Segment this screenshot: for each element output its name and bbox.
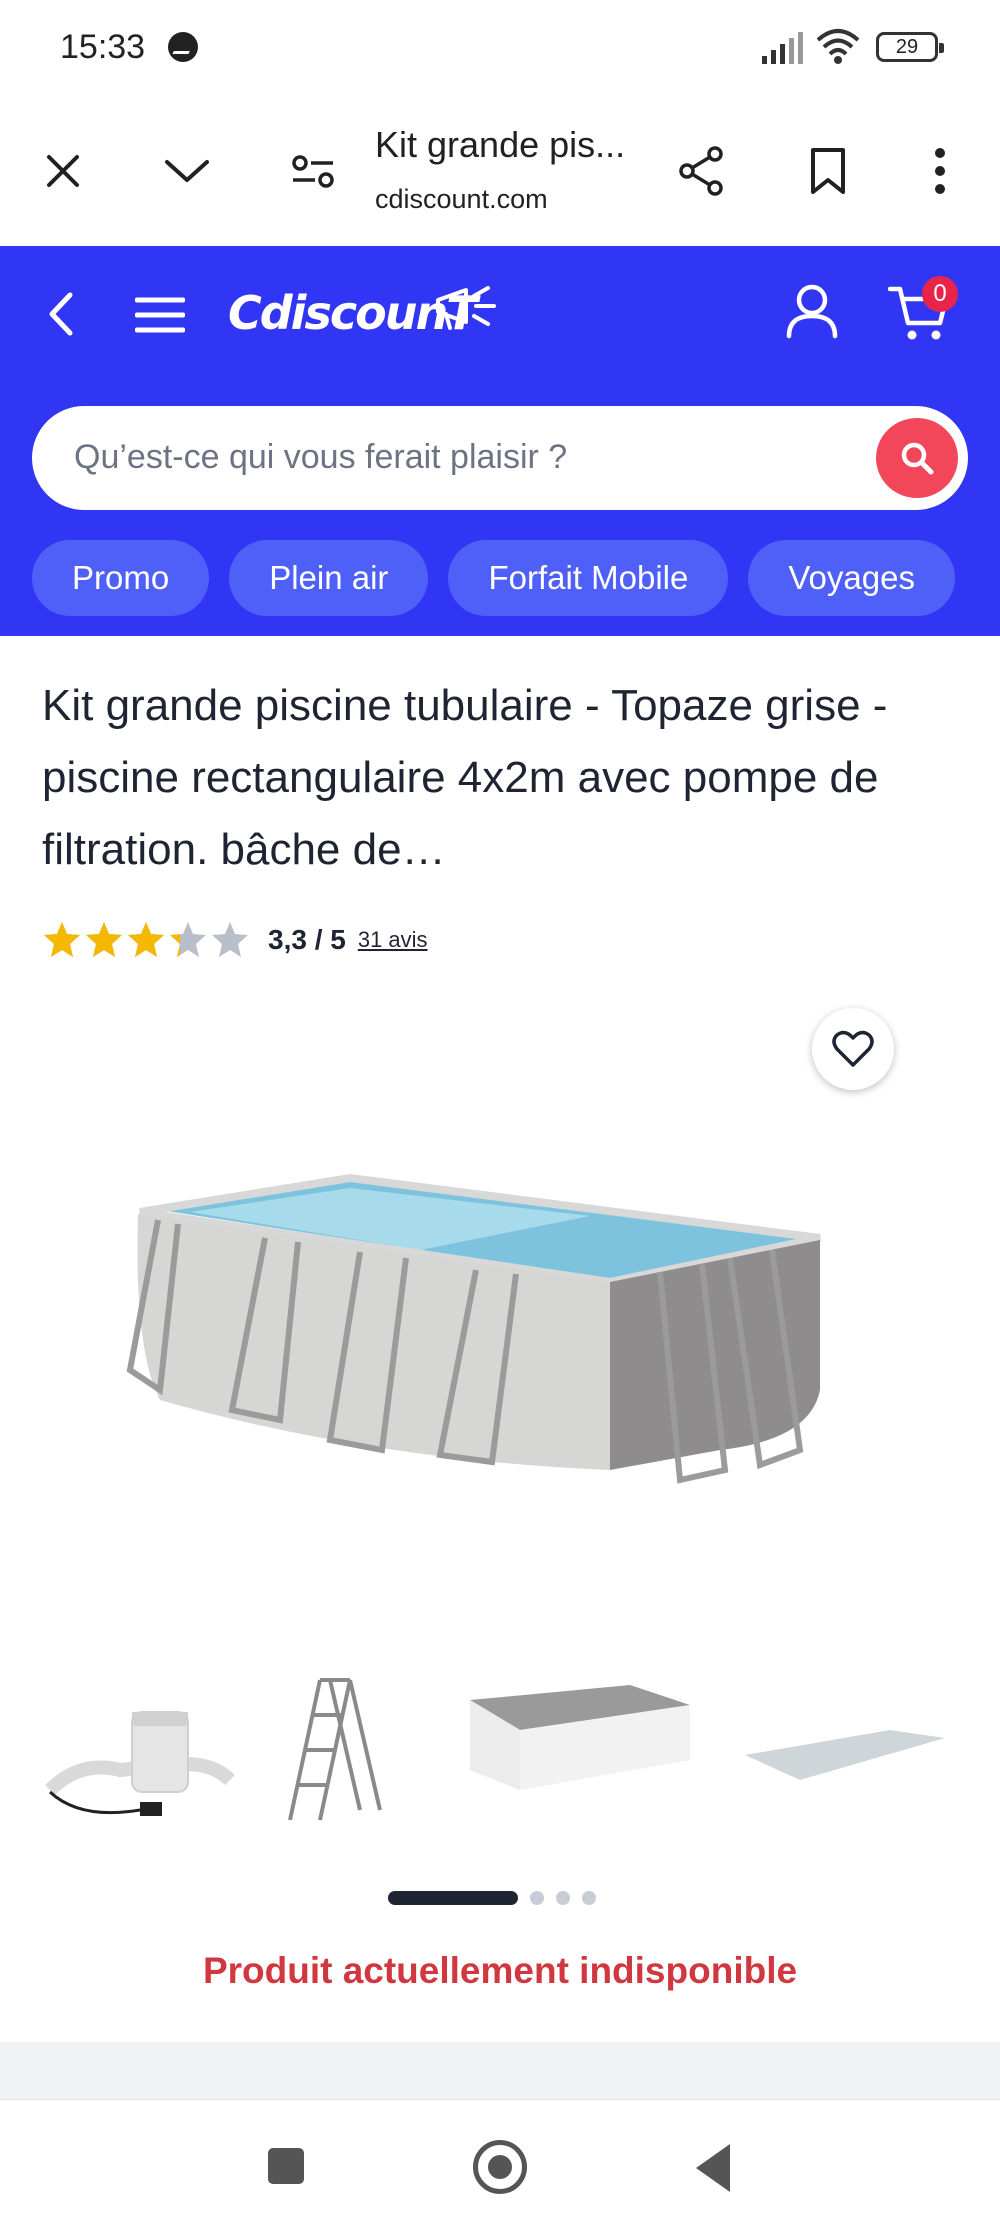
tab-url: cdiscount.com (375, 184, 548, 214)
browser-toolbar: Kit grande pis... cdiscount.com (0, 96, 1000, 246)
system-back-icon[interactable] (696, 2144, 730, 2192)
status-time: 15:33 (60, 28, 146, 66)
ground-sheet-icon[interactable] (740, 1660, 950, 1840)
signal-icon (762, 32, 803, 64)
thumbnail-strip (0, 1660, 1000, 1840)
carousel-dot[interactable] (556, 1891, 570, 1905)
home-icon[interactable] (473, 2140, 527, 2194)
megaphone-icon (436, 286, 496, 330)
star-icon (86, 922, 122, 957)
battery-icon: 29 (876, 32, 944, 62)
star-icon (212, 922, 248, 957)
carousel-dot-active[interactable] (388, 1891, 518, 1905)
category-chips: Promo Plein air Forfait Mobile Voyages (32, 540, 1000, 620)
close-icon[interactable] (28, 136, 98, 206)
menu-icon[interactable] (132, 290, 188, 340)
site-header: CdiscounT 0 Qu’est-ce qui vous ferait pl… (0, 246, 1000, 636)
heart-icon (832, 1030, 874, 1067)
star-icon (128, 922, 164, 957)
reviews-link[interactable]: 31 avis (358, 927, 428, 953)
chip-plein-air[interactable]: Plein air (229, 540, 429, 616)
ladder-icon[interactable] (280, 1660, 400, 1840)
section-divider (0, 2042, 1000, 2100)
rating-value: 3,3 / 5 (268, 924, 346, 955)
back-icon[interactable] (36, 284, 86, 344)
share-icon[interactable] (667, 136, 737, 206)
rating-stars (42, 920, 250, 960)
chevron-down-icon[interactable] (152, 136, 222, 206)
rating: 3,3 / 5 31 avis (42, 918, 428, 962)
chip-voyages[interactable]: Voyages (748, 540, 955, 616)
search-placeholder: Qu’est-ce qui vous ferait plaisir ? (74, 438, 568, 476)
pool-cover-icon[interactable] (450, 1660, 700, 1840)
carousel-dot[interactable] (530, 1891, 544, 1905)
site-settings-icon[interactable] (278, 136, 348, 206)
carousel-dot[interactable] (582, 1891, 596, 1905)
filter-pump-icon[interactable] (40, 1660, 240, 1840)
search-input[interactable]: Qu’est-ce qui vous ferait plaisir ? (32, 406, 968, 510)
status-bar: 15:33 29 (0, 0, 1000, 96)
star-icon (44, 922, 80, 957)
search-button[interactable] (876, 418, 958, 498)
availability-status: Produit actuellement indisponible (202, 1950, 798, 1991)
product-title: Kit grande piscine tubulaire - Topaze gr… (42, 681, 888, 874)
bookmark-icon[interactable] (793, 136, 863, 206)
star-icon (170, 922, 206, 957)
carousel-indicator (388, 1888, 596, 1908)
search-icon (901, 442, 934, 475)
cart-count-badge: 0 (922, 276, 958, 312)
messenger-icon (168, 32, 198, 62)
tab-title: Kit grande pis... (375, 124, 626, 165)
chip-promo[interactable]: Promo (32, 540, 210, 616)
chip-forfait-mobile[interactable]: Forfait Mobile (448, 540, 729, 616)
recent-apps-icon[interactable] (268, 2148, 304, 2184)
more-options-icon[interactable] (905, 136, 975, 206)
wifi-icon (816, 29, 860, 64)
product-image[interactable] (120, 1150, 860, 1520)
system-nav-bar (0, 2100, 1000, 2222)
account-icon[interactable] (780, 276, 844, 346)
favorite-button[interactable] (812, 1008, 894, 1090)
